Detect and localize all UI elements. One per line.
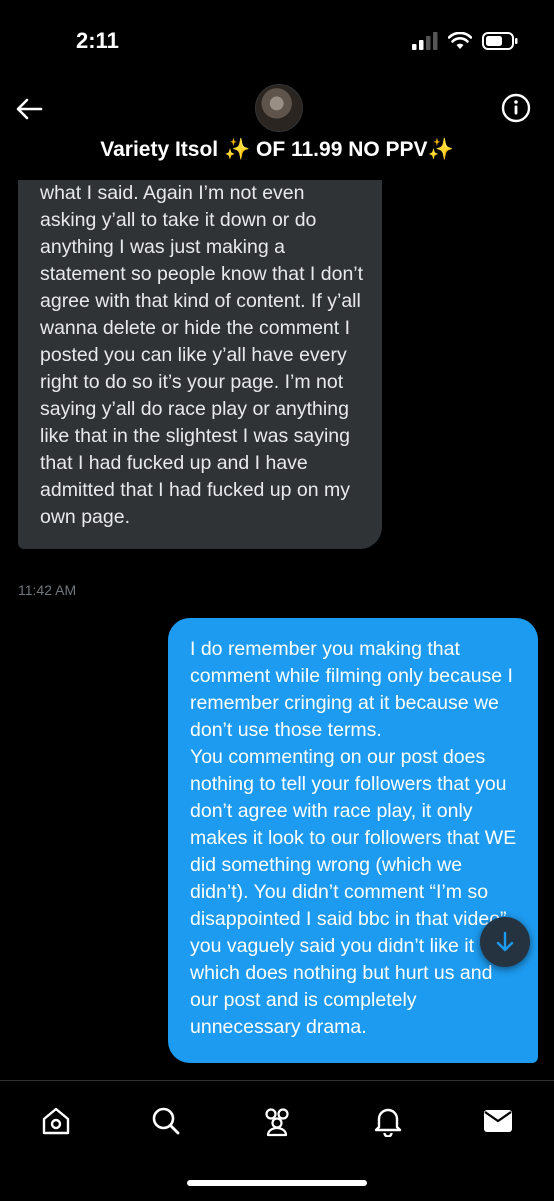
nav-notifications[interactable] [368,1101,408,1141]
communities-icon [265,1108,289,1137]
sparkle-icon-right: ✨ [427,138,454,161]
status-icons [412,32,518,50]
back-button[interactable] [12,92,46,126]
info-button[interactable] [500,92,532,124]
chat-title[interactable]: Variety Itsol ✨ OF 11.99 NO PPV✨ [0,138,554,162]
outgoing-message-paragraph-2: You commenting on our post does nothing … [190,746,517,1038]
nav-home[interactable] [36,1101,76,1141]
nav-messages[interactable] [478,1101,518,1141]
status-time: 2:11 [76,28,119,53]
incoming-message-text: what I said. Again I’m not even asking y… [40,182,364,528]
nav-search[interactable] [146,1101,186,1141]
incoming-message-bubble[interactable]: what I said. Again I’m not even asking y… [18,180,382,549]
messages-icon [484,1110,512,1132]
nav-communities[interactable] [257,1101,297,1141]
sparkle-icon-left: ✨ [223,138,251,161]
message-timestamp: 11:42 AM [18,582,77,598]
chat-title-offer: OF 11.99 NO PPV [255,138,428,161]
cellular-signal-icon [412,32,438,50]
message-list[interactable]: what I said. Again I’m not even asking y… [0,180,554,1080]
chat-header: Variety Itsol ✨ OF 11.99 NO PPV✨ [0,84,554,180]
outgoing-message-paragraph-1: I do remember you making that comment wh… [190,638,513,741]
wifi-icon [448,32,472,49]
battery-icon [482,32,518,50]
notifications-icon [374,1108,402,1137]
arrow-down-icon [496,931,514,952]
chat-title-name: Variety Itsol [100,138,219,161]
back-arrow-icon [16,98,43,120]
outgoing-message-bubble[interactable]: I do remember you making that comment wh… [168,618,538,1063]
scroll-to-bottom-button[interactable] [480,917,530,967]
search-icon [152,1107,180,1135]
home-indicator[interactable] [187,1180,367,1186]
home-icon [42,1107,70,1135]
status-bar: 2:11 [0,0,554,84]
avatar[interactable] [255,84,303,132]
info-icon [501,93,531,123]
